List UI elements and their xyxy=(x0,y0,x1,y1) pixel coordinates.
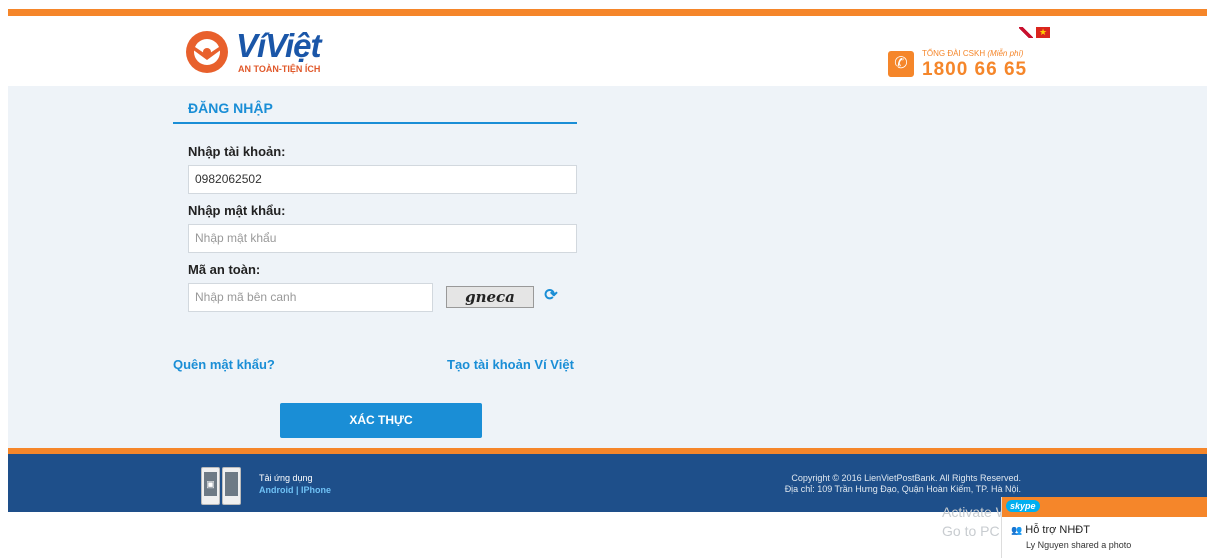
top-orange-bar xyxy=(8,9,1207,16)
hotline-label: TỔNG ĐÀI CSKH (Miễn phí) xyxy=(922,49,1024,58)
logo-emblem-icon xyxy=(186,31,228,73)
skype-header-bar[interactable]: skype xyxy=(1002,497,1207,517)
skype-activity: Ly Nguyen shared a photo xyxy=(1026,540,1132,550)
account-input[interactable]: 0982062502 xyxy=(188,165,577,194)
download-app-label: Tải ứng dụng xyxy=(259,473,313,483)
password-input[interactable]: Nhập mật khẩu xyxy=(188,224,577,253)
login-title: ĐĂNG NHẬP xyxy=(188,100,273,116)
android-phone-icon: ▣ xyxy=(201,467,220,505)
password-label: Nhập mật khẩu: xyxy=(188,203,286,218)
vn-flag-icon[interactable]: ★ xyxy=(1036,27,1050,38)
phone-icon: ✆ xyxy=(888,51,914,77)
vi-viet-logo[interactable]: VíViệt AN TOÀN-TIỆN ÍCH xyxy=(184,27,354,77)
group-icon: 👥 xyxy=(1011,525,1023,535)
logo-tagline: AN TOÀN-TIỆN ÍCH xyxy=(238,64,321,74)
verify-button[interactable]: XÁC THỰC xyxy=(280,403,482,438)
logo-wordmark: VíViệt xyxy=(236,27,321,64)
skype-contact[interactable]: 👥 Hỗ trợ NHĐT xyxy=(1011,524,1090,536)
skype-contact-name: Hỗ trợ NHĐT xyxy=(1025,524,1090,536)
uk-flag-icon[interactable] xyxy=(1019,27,1033,38)
language-switcher: ★ xyxy=(1019,27,1053,45)
refresh-captcha-icon[interactable]: ⟳ xyxy=(542,287,560,305)
copyright: Copyright © 2016 LienVietPostBank. All R… xyxy=(785,473,1021,495)
login-section: ĐĂNG NHẬP Nhập tài khoản: 0982062502 Nhậ… xyxy=(8,86,1207,448)
captcha-label: Mã an toàn: xyxy=(188,262,261,277)
register-link[interactable]: Tạo tài khoản Ví Việt xyxy=(447,357,574,372)
forgot-password-link[interactable]: Quên mật khẩu? xyxy=(173,357,275,372)
skype-logo-icon: skype xyxy=(1006,500,1040,512)
captcha-input[interactable]: Nhập mã bên canh xyxy=(188,283,433,312)
iphone-icon xyxy=(222,467,241,505)
address-text: Địa chỉ: 109 Trần Hưng Đạo, Quận Hoàn Ki… xyxy=(784,484,1021,494)
header: VíViệt AN TOÀN-TIỆN ÍCH ★ ✆ TỔNG ĐÀI CSK… xyxy=(8,16,1207,86)
hotline: ✆ TỔNG ĐÀI CSKH (Miễn phí) 1800 66 65 xyxy=(888,49,1088,89)
account-label: Nhập tài khoản: xyxy=(188,144,286,159)
copyright-text: Copyright © 2016 LienVietPostBank. All R… xyxy=(791,473,1021,483)
captcha-image: gneca xyxy=(446,286,534,308)
app-store-links[interactable]: Android | IPhone xyxy=(259,485,331,495)
hotline-number: 1800 66 65 xyxy=(922,59,1028,80)
title-divider xyxy=(173,122,577,124)
skype-chat-panel[interactable]: skype 👥 Hỗ trợ NHĐT Ly Nguyen shared a p… xyxy=(1001,497,1207,558)
